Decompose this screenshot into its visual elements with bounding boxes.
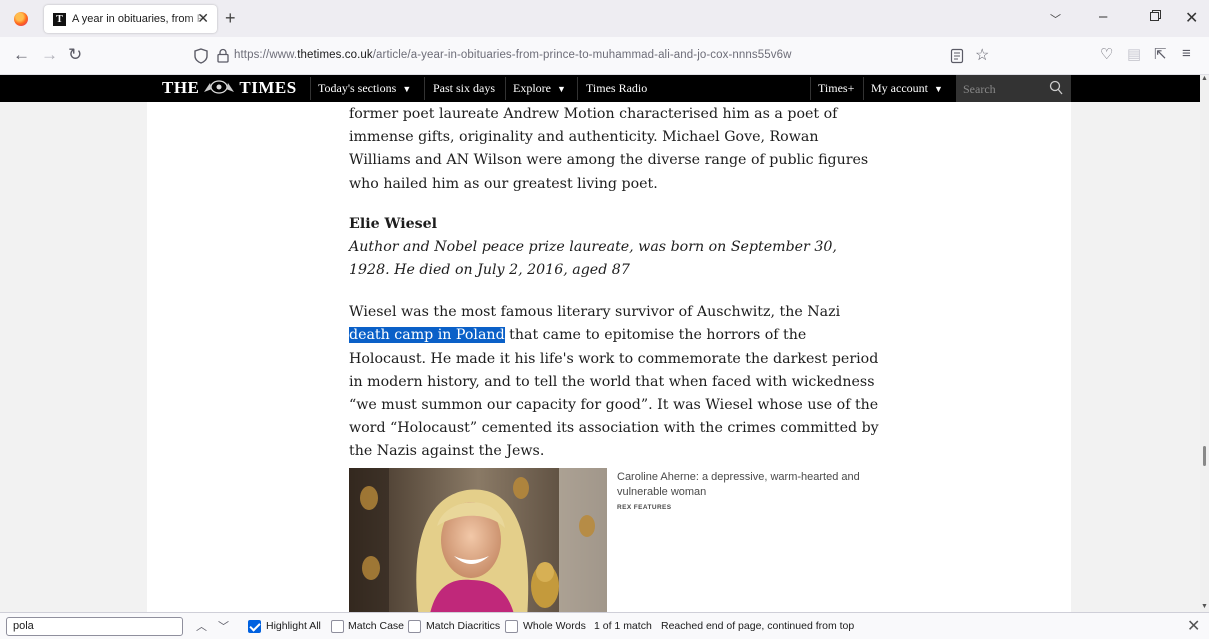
divider bbox=[577, 77, 578, 100]
page-viewport: former poet laureate Andrew Motion chara… bbox=[0, 102, 1200, 612]
search-input[interactable]: Search bbox=[963, 82, 996, 97]
page-scrollbar[interactable]: ▲ ▼ bbox=[1200, 75, 1209, 612]
pocket-icon[interactable]: ♡ bbox=[1100, 45, 1113, 63]
chevron-down-icon[interactable]: ﹀ bbox=[1050, 11, 1061, 27]
divider bbox=[310, 77, 311, 100]
divider bbox=[863, 77, 864, 100]
restore-window-icon[interactable] bbox=[1150, 10, 1161, 21]
url-text[interactable]: https://www.thetimes.co.uk/article/a-yea… bbox=[234, 49, 792, 61]
close-tab-icon[interactable]: ✕ bbox=[197, 10, 209, 27]
tab-title: A year in obituaries, from Prince to Muh… bbox=[72, 13, 207, 25]
divider bbox=[424, 77, 425, 100]
article-photo[interactable] bbox=[349, 468, 607, 612]
nav-times-radio[interactable]: Times Radio bbox=[586, 75, 647, 102]
match-case-checkbox[interactable] bbox=[331, 620, 344, 633]
chevron-down-icon: ▼ bbox=[402, 83, 412, 94]
match-count: 1 of 1 match bbox=[594, 620, 652, 632]
browser-tab[interactable]: T A year in obituaries, from Prince to M… bbox=[44, 5, 217, 33]
minimize-icon[interactable]: – bbox=[1099, 8, 1107, 25]
paragraph: former poet laureate Andrew Motion chara… bbox=[349, 106, 869, 192]
whole-words-label[interactable]: Whole Words bbox=[523, 620, 586, 632]
match-case-label[interactable]: Match Case bbox=[348, 620, 404, 632]
section-heading: Elie Wiesel bbox=[349, 215, 438, 232]
nav-past-six-days[interactable]: Past six days bbox=[433, 75, 495, 102]
image-caption: Caroline Aherne: a depressive, warm-hear… bbox=[617, 471, 860, 498]
forward-icon[interactable]: → bbox=[41, 46, 58, 64]
chevron-down-icon: ▼ bbox=[933, 83, 943, 94]
highlight-all-checkbox[interactable] bbox=[248, 620, 261, 633]
find-highlight: death camp in Poland bbox=[349, 327, 505, 344]
crest-icon bbox=[204, 80, 235, 94]
scrollbar-thumb[interactable] bbox=[1203, 446, 1206, 466]
menu-icon[interactable]: ≡ bbox=[1182, 45, 1191, 62]
highlight-all-label[interactable]: Highlight All bbox=[266, 620, 321, 632]
paragraph: Wiesel was the most famous literary surv… bbox=[349, 304, 879, 460]
close-window-icon[interactable]: ✕ bbox=[1185, 8, 1198, 28]
image-credit: REX FEATURES bbox=[617, 504, 672, 511]
nav-times-plus[interactable]: Times+ bbox=[818, 75, 854, 102]
search-icon[interactable] bbox=[1049, 80, 1063, 96]
close-find-bar-icon[interactable]: ✕ bbox=[1187, 616, 1200, 636]
address-bar[interactable]: https://www.thetimes.co.uk/article/a-yea… bbox=[190, 41, 1010, 71]
times-favicon-icon: T bbox=[53, 12, 66, 26]
lock-icon[interactable] bbox=[217, 48, 229, 63]
find-bar: pola ︿ ﹀ Highlight All Match Case Match … bbox=[0, 612, 1209, 639]
tab-strip: T A year in obituaries, from Prince to M… bbox=[0, 0, 1209, 37]
whole-words-checkbox[interactable] bbox=[505, 620, 518, 633]
new-tab-icon[interactable]: + bbox=[225, 8, 236, 29]
find-status: Reached end of page, continued from top bbox=[661, 620, 855, 632]
article-column: former poet laureate Andrew Motion chara… bbox=[147, 102, 1071, 612]
site-header: THE TIMES Today's sections ▼ Past six day… bbox=[0, 75, 1200, 102]
firefox-view-icon[interactable] bbox=[14, 12, 28, 26]
find-previous-icon[interactable]: ︿ bbox=[196, 618, 207, 634]
nav-my-account[interactable]: My account ▼ bbox=[871, 75, 943, 102]
reader-list-icon[interactable]: ▤ bbox=[1127, 45, 1141, 63]
site-logo[interactable]: THE TIMES bbox=[162, 78, 297, 98]
share-icon[interactable]: ⇱ bbox=[1154, 45, 1167, 63]
bookmark-star-icon[interactable]: ☆ bbox=[975, 45, 989, 65]
match-diacritics-checkbox[interactable] bbox=[408, 620, 421, 633]
reader-view-icon[interactable] bbox=[950, 48, 964, 64]
article-body: former poet laureate Andrew Motion chara… bbox=[349, 102, 879, 464]
chevron-down-icon: ▼ bbox=[557, 83, 566, 94]
reload-icon[interactable]: ↻ bbox=[68, 46, 82, 64]
scroll-down-icon[interactable]: ▼ bbox=[1201, 603, 1208, 610]
site-search[interactable]: Search bbox=[956, 75, 1071, 102]
scroll-up-icon[interactable]: ▲ bbox=[1201, 75, 1208, 82]
standfirst: Author and Nobel peace prize laureate, w… bbox=[349, 238, 837, 279]
nav-todays-sections[interactable]: Today's sections ▼ bbox=[318, 75, 411, 102]
tracking-shield-icon[interactable] bbox=[194, 48, 208, 64]
find-next-icon[interactable]: ﹀ bbox=[218, 618, 229, 634]
divider bbox=[810, 77, 811, 100]
divider bbox=[505, 77, 506, 100]
back-icon[interactable]: ← bbox=[13, 46, 30, 64]
nav-explore[interactable]: Explore ▼ bbox=[513, 75, 566, 102]
match-diacritics-label[interactable]: Match Diacritics bbox=[426, 620, 500, 632]
find-input[interactable]: pola bbox=[6, 617, 183, 636]
navigation-toolbar: ← → ↻ https://www.thetimes.co.uk/article… bbox=[0, 37, 1209, 75]
